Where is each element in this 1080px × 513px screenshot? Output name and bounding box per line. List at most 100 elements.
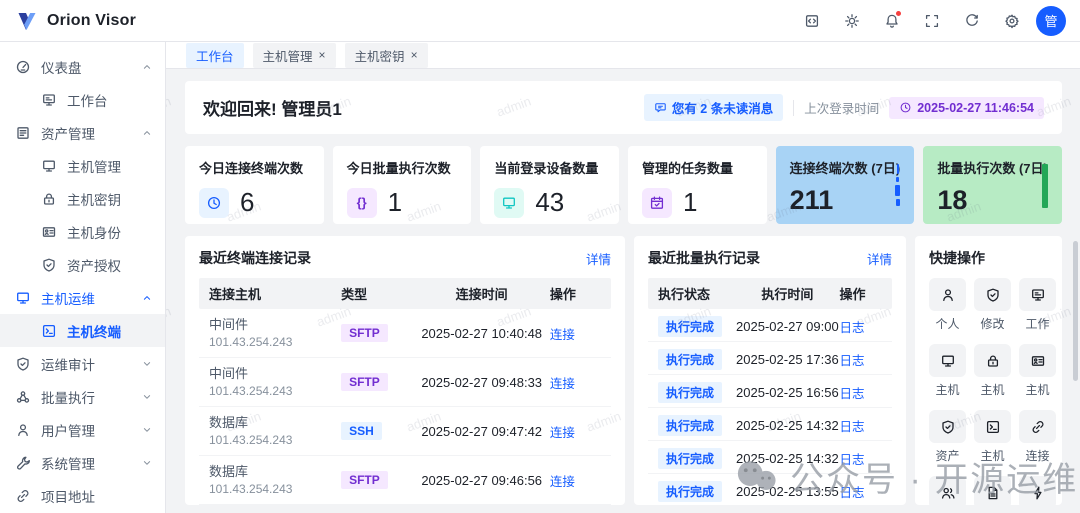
close-icon[interactable]: × <box>319 49 326 61</box>
col-header: 执行状态 <box>658 284 735 303</box>
sidebar-item-asset-authorization[interactable]: 资产授权 <box>0 248 165 281</box>
stat-value: 211 <box>790 185 901 216</box>
exec-time: 2025-02-25 14:32 <box>735 451 839 466</box>
stat-label: 今日批量执行次数 <box>347 158 458 177</box>
host-ip: 101.43.254.243 <box>209 433 292 447</box>
log-link[interactable]: 日志 <box>840 449 882 468</box>
stat-label: 当前登录设备数量 <box>494 158 605 177</box>
status-badge: 执行完成 <box>658 349 722 370</box>
quick-action-commands[interactable]: 命令 <box>1019 476 1056 505</box>
sidebar-item-host-keys[interactable]: 主机密钥 <box>0 182 165 215</box>
sidebar-item-system-management[interactable]: 系统管理 <box>0 446 165 479</box>
sidebar-item-host-terminal[interactable]: 主机终端 <box>0 314 165 347</box>
sidebar-item-workbench[interactable]: 工作台 <box>0 83 165 116</box>
monitor-icon <box>929 344 966 377</box>
topbar-actions: 管 <box>796 5 1066 37</box>
log-link[interactable]: 日志 <box>840 416 882 435</box>
refresh-icon[interactable] <box>956 5 988 37</box>
app-name: Orion Visor <box>47 12 136 30</box>
sidebar: 仪表盘 工作台 资产管理 主机管理 主机密钥 主机身份 资产授权 主机运维 主机… <box>0 42 166 513</box>
connect-link[interactable]: 连接 <box>550 324 601 343</box>
quick-action-host-terminal[interactable]: 主机 <box>974 410 1011 464</box>
terminal-window-icon[interactable] <box>796 5 828 37</box>
sidebar-item-label: 运维审计 <box>41 354 131 374</box>
col-header: 操作 <box>840 284 882 303</box>
tab-bar: 工作台 主机管理× 主机密钥× <box>166 42 1080 69</box>
quick-action-file-logs[interactable]: 文件 <box>974 476 1011 505</box>
tab-host-keys[interactable]: 主机密钥× <box>345 43 428 68</box>
sidebar-item-label: 主机运维 <box>41 288 131 308</box>
logo-icon <box>16 10 38 32</box>
table-row: 执行完成 2025-02-25 17:36 日志 <box>648 342 892 375</box>
sidebar-item-host-management[interactable]: 主机管理 <box>0 149 165 182</box>
notifications-bell-icon[interactable] <box>876 5 908 37</box>
log-link[interactable]: 日志 <box>840 383 882 402</box>
connect-link[interactable]: 连接 <box>550 471 601 490</box>
quick-action-connect-records[interactable]: 连接 <box>1019 410 1056 464</box>
vertical-scrollbar[interactable] <box>1073 241 1078 381</box>
quick-action-host-keys[interactable]: 主机 <box>974 344 1011 398</box>
sidebar-item-label: 主机管理 <box>67 156 153 176</box>
status-badge: 执行完成 <box>658 448 722 469</box>
sidebar-item-dashboard[interactable]: 仪表盘 <box>0 50 165 83</box>
quick-action-online-users[interactable]: 在线 <box>929 476 966 505</box>
chevron-up-icon <box>141 61 153 73</box>
stat-value: 1 <box>388 187 402 218</box>
connect-time: 2025-02-27 09:47:42 <box>414 424 550 439</box>
details-link[interactable]: 详情 <box>586 249 611 268</box>
sidebar-item-host-identity[interactable]: 主机身份 <box>0 215 165 248</box>
sidebar-item-host-ops[interactable]: 主机运维 <box>0 281 165 314</box>
stat-card-terminal-today: 今日连接终端次数 6 <box>185 146 324 224</box>
stat-card-devices: 当前登录设备数量 43 <box>480 146 619 224</box>
quick-action-hosts[interactable]: 主机 <box>929 344 966 398</box>
log-link[interactable]: 日志 <box>840 350 882 369</box>
user-avatar[interactable]: 管 <box>1036 6 1066 36</box>
quick-action-host-identity[interactable]: 主机 <box>1019 344 1056 398</box>
connect-time: 2025-02-27 10:40:48 <box>414 326 550 341</box>
chevron-down-icon <box>141 358 153 370</box>
quick-action-change-password[interactable]: 修改 <box>974 278 1011 332</box>
user-icon <box>929 278 966 311</box>
quick-action-workbench[interactable]: 工作 <box>1019 278 1056 332</box>
welcome-title: 欢迎回来! 管理员1 <box>203 95 342 120</box>
sidebar-item-batch-execution[interactable]: 批量执行 <box>0 380 165 413</box>
type-badge: SFTP <box>341 471 388 489</box>
tab-host-management[interactable]: 主机管理× <box>253 43 336 68</box>
details-link[interactable]: 详情 <box>867 249 892 268</box>
sidebar-item-label: 仪表盘 <box>41 57 131 77</box>
quick-action-asset-auth[interactable]: 资产 <box>929 410 966 464</box>
close-icon[interactable]: × <box>411 49 418 61</box>
log-link[interactable]: 日志 <box>840 317 882 336</box>
dashboard-content: 欢迎回来! 管理员1 您有 2 条未读消息 上次登录时间 2025-02-27 … <box>166 69 1080 513</box>
stat-value: 6 <box>240 187 254 218</box>
log-link[interactable]: 日志 <box>840 482 882 501</box>
topbar: Orion Visor 管 <box>0 0 1080 42</box>
quick-action-profile[interactable]: 个人 <box>929 278 966 332</box>
connect-link[interactable]: 连接 <box>550 422 601 441</box>
link-icon <box>1019 410 1056 443</box>
watermark-text: admin <box>166 94 173 120</box>
sidebar-item-ops-audit[interactable]: 运维审计 <box>0 347 165 380</box>
sidebar-item-asset-management[interactable]: 资产管理 <box>0 116 165 149</box>
status-badge: 执行完成 <box>658 415 722 436</box>
connect-link[interactable]: 连接 <box>550 373 601 392</box>
fullscreen-icon[interactable] <box>916 5 948 37</box>
sidebar-item-label: 主机密钥 <box>67 189 153 209</box>
unread-messages-badge[interactable]: 您有 2 条未读消息 <box>644 94 783 121</box>
table-row: 执行完成 2025-02-25 14:32 日志 <box>648 408 892 441</box>
sidebar-item-label: 批量执行 <box>41 387 131 407</box>
theme-toggle-icon[interactable] <box>836 5 868 37</box>
stat-label: 连接终端次数 (7日) <box>790 158 901 177</box>
tab-workbench[interactable]: 工作台 <box>186 43 244 68</box>
clock-history-icon <box>199 188 229 218</box>
lock-icon <box>974 344 1011 377</box>
col-header: 连接时间 <box>414 284 550 303</box>
terminal-icon <box>974 410 1011 443</box>
settings-gear-icon[interactable] <box>996 5 1028 37</box>
sidebar-item-user-management[interactable]: 用户管理 <box>0 413 165 446</box>
chevron-down-icon <box>141 457 153 469</box>
type-badge: SFTP <box>341 373 388 391</box>
sidebar-item-project-url[interactable]: 项目地址 <box>0 479 165 512</box>
status-badge: 执行完成 <box>658 382 722 403</box>
last-login-label: 上次登录时间 <box>804 98 879 117</box>
